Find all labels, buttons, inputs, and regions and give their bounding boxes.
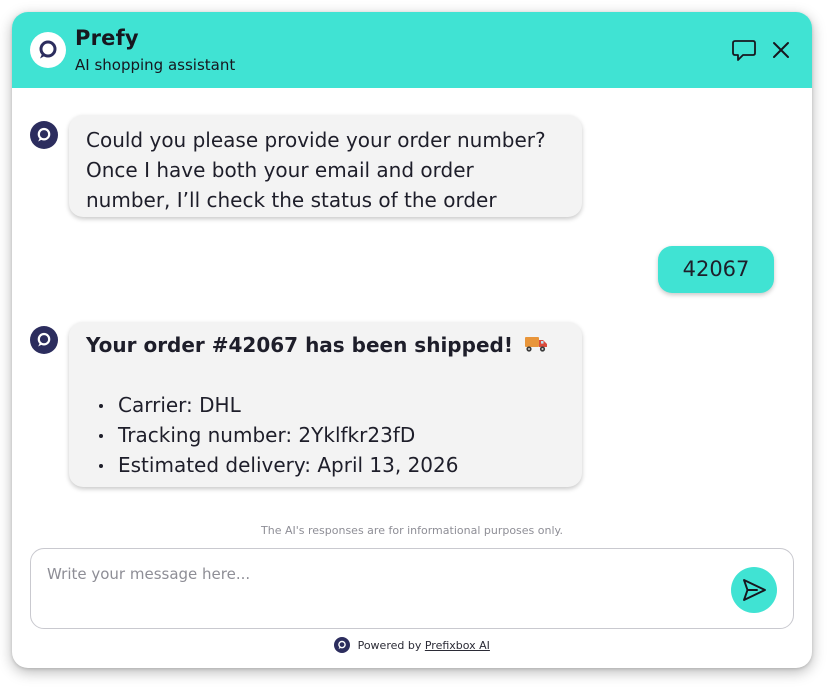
order-detail-carrier: Carrier: DHL <box>86 390 458 420</box>
powered-by-label: Powered by <box>357 639 422 652</box>
chat-bubble-logo-icon <box>30 32 66 68</box>
assistant-message-bubble: Could you please provide your order numb… <box>69 115 582 217</box>
order-detail-delivery: Estimated delivery: April 13, 2026 <box>86 450 458 480</box>
assistant-subtitle: AI shopping assistant <box>75 56 236 74</box>
chat-header: Prefy AI shopping assistant <box>12 12 812 88</box>
powered-by-footer: Powered by Prefixbox AI <box>12 637 812 655</box>
assistant-message-bubble: Your order #42067 has been shipped! Carr… <box>69 322 582 487</box>
prefixbox-logo-icon <box>334 637 351 653</box>
delivery-truck-icon <box>524 332 548 362</box>
send-button[interactable] <box>731 567 777 613</box>
assistant-avatar-icon <box>30 121 58 149</box>
ai-disclaimer: The AI's responses are for informational… <box>261 524 563 537</box>
assistant-avatar-icon <box>30 326 58 354</box>
speech-bubble-icon[interactable] <box>730 36 758 64</box>
chat-widget: Prefy AI shopping assistant Could you pl… <box>12 12 812 668</box>
message-composer <box>30 548 794 629</box>
user-message-bubble: 42067 <box>658 246 774 293</box>
send-icon <box>743 579 766 601</box>
assistant-name: Prefy <box>75 26 139 50</box>
message-line: number, I’ll check the status of the ord… <box>86 188 497 212</box>
headline-text: Your order #42067 has been shipped! <box>86 333 513 357</box>
order-status-headline: Your order #42067 has been shipped! <box>86 330 548 362</box>
message-line: Once I have both your email and order <box>86 158 474 182</box>
close-icon[interactable] <box>767 36 795 64</box>
message-input[interactable] <box>47 565 707 583</box>
order-detail-tracking: Tracking number: 2Yklfkr23fD <box>86 420 458 450</box>
order-details-list: Carrier: DHL Tracking number: 2Yklfkr23f… <box>86 390 458 480</box>
prefixbox-ai-link[interactable]: Prefixbox AI <box>425 639 490 652</box>
message-line: Could you please provide your order numb… <box>86 128 546 152</box>
